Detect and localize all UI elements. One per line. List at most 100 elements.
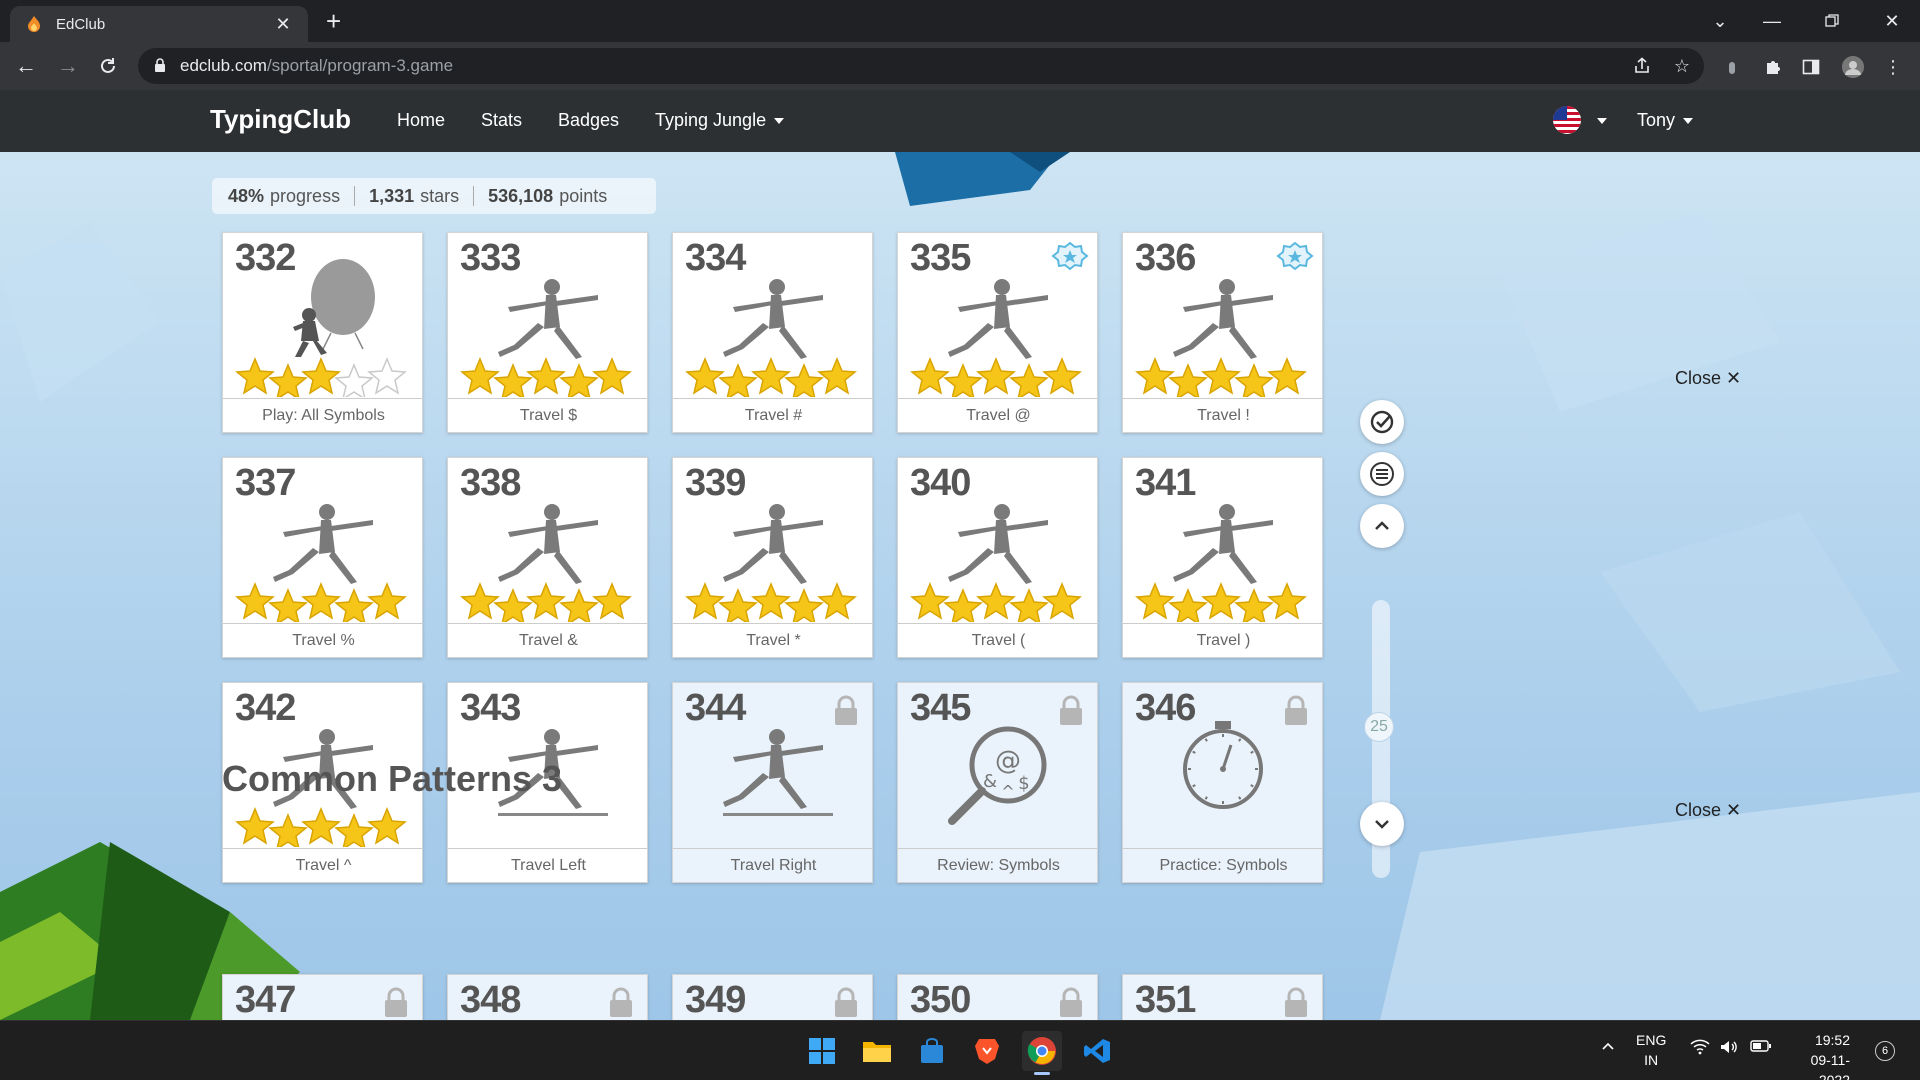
star-filled-icon: [1135, 357, 1175, 395]
forward-icon[interactable]: →: [52, 50, 84, 82]
lesson-card-346[interactable]: 346 Practice: Symbols: [1122, 682, 1323, 883]
scroll-down-icon[interactable]: [1360, 802, 1404, 846]
lesson-card-333[interactable]: 333 Travel $: [447, 232, 648, 433]
star-empty-icon: [334, 363, 374, 397]
lesson-card-334[interactable]: 334 Travel #: [672, 232, 873, 433]
extension-icon[interactable]: [1721, 56, 1743, 78]
back-icon[interactable]: ←: [10, 50, 42, 82]
section-title: Common Patterns 3: [222, 758, 563, 799]
chevron-down-icon: [774, 118, 785, 125]
yoga-illustration-icon: [910, 504, 1082, 622]
star-filled-icon: [559, 363, 599, 397]
lesson-number: 350: [910, 979, 971, 1020]
side-panel-icon[interactable]: [1800, 56, 1822, 78]
nav-home[interactable]: Home: [397, 110, 445, 131]
close-tab-icon[interactable]: ✕: [272, 14, 294, 35]
notification-badge[interactable]: 6: [1875, 1041, 1895, 1061]
puzzle-extensions-icon[interactable]: [1762, 56, 1784, 78]
nav-badges[interactable]: Badges: [558, 110, 619, 131]
language-chevron-icon[interactable]: [1597, 118, 1607, 124]
minimize-button[interactable]: —: [1746, 0, 1798, 42]
lesson-card-335[interactable]: 335 Travel @: [897, 232, 1098, 433]
microsoft-store-icon[interactable]: [912, 1031, 952, 1071]
star-filled-icon: [526, 582, 566, 620]
share-icon[interactable]: [1632, 56, 1652, 76]
battery-icon[interactable]: [1750, 1039, 1772, 1056]
star-filled-icon: [784, 363, 824, 397]
stars-label: stars: [420, 185, 460, 206]
file-explorer-icon[interactable]: [857, 1031, 897, 1071]
star-filled-icon: [1168, 588, 1208, 622]
star-filled-icon: [817, 357, 857, 395]
lesson-card-347[interactable]: 347: [222, 974, 423, 1020]
check-circle-icon[interactable]: [1360, 400, 1404, 444]
url-text: edclub.com/sportal/program-3.game: [180, 56, 454, 75]
volume-icon[interactable]: [1719, 1039, 1739, 1058]
restore-button[interactable]: [1806, 0, 1858, 42]
lesson-card-350[interactable]: 350: [897, 974, 1098, 1020]
lesson-label: Travel ): [1123, 623, 1322, 657]
nav-stats[interactable]: Stats: [481, 110, 522, 131]
windows-start-icon[interactable]: [802, 1031, 842, 1071]
star-filled-icon: [367, 582, 407, 620]
close-icon: ✕: [1726, 368, 1742, 388]
scroll-up-icon[interactable]: [1360, 504, 1404, 548]
lesson-card-338[interactable]: 338 Travel &: [447, 457, 648, 658]
new-tab-button[interactable]: +: [326, 8, 341, 34]
system-clock[interactable]: 19:52 09-11-2022: [1790, 1030, 1850, 1080]
lesson-card-336[interactable]: 336 Travel !: [1122, 232, 1323, 433]
lesson-card-341[interactable]: 341 Travel ): [1122, 457, 1323, 658]
star-filled-icon: [943, 588, 983, 622]
lesson-number: 348: [460, 979, 521, 1020]
profile-avatar[interactable]: [1842, 56, 1864, 78]
lesson-card-348[interactable]: 348: [447, 974, 648, 1020]
star-filled-icon: [817, 582, 857, 620]
address-bar[interactable]: edclub.com/sportal/program-3.game: [138, 48, 1704, 84]
lesson-card-344[interactable]: 344 Travel Right: [672, 682, 873, 883]
star-filled-icon: [976, 357, 1016, 395]
lesson-card-349[interactable]: 349: [672, 974, 873, 1020]
lesson-label: Travel %: [223, 623, 422, 657]
bookmark-star-icon[interactable]: ☆: [1672, 56, 1692, 76]
star-filled-icon: [1042, 582, 1082, 620]
list-menu-icon[interactable]: [1360, 452, 1404, 496]
nav-typing-jungle[interactable]: Typing Jungle: [655, 110, 785, 131]
lesson-card-351[interactable]: 351: [1122, 974, 1323, 1020]
brave-browser-icon[interactable]: [967, 1031, 1007, 1071]
star-filled-icon: [493, 588, 533, 622]
star-filled-icon: [685, 582, 725, 620]
star-filled-icon: [493, 363, 533, 397]
star-filled-icon: [1267, 582, 1307, 620]
reload-icon[interactable]: [92, 50, 124, 82]
star-filled-icon: [301, 357, 341, 395]
lesson-card-337[interactable]: 337 Travel %: [222, 457, 423, 658]
vscode-icon[interactable]: [1077, 1031, 1117, 1071]
language-indicator[interactable]: ENG IN: [1636, 1030, 1666, 1070]
tab-search-icon[interactable]: ⌄: [1694, 0, 1746, 42]
lesson-label: Review: Symbols: [898, 848, 1097, 882]
lesson-card-332[interactable]: 332 Play: All Symbols: [222, 232, 423, 433]
wifi-icon[interactable]: [1690, 1039, 1710, 1058]
svg-text:^: ^: [1001, 782, 1014, 801]
close-window-button[interactable]: ✕: [1866, 0, 1918, 42]
star-filled-icon: [1009, 363, 1049, 397]
chrome-icon[interactable]: [1022, 1031, 1062, 1075]
lesson-card-345[interactable]: 345 @ & $ ^ Review: Symbols: [897, 682, 1098, 883]
close-button-bottom[interactable]: Close ✕: [1675, 800, 1741, 821]
star-filled-icon: [235, 582, 275, 620]
svg-text:$: $: [1018, 773, 1029, 794]
user-menu[interactable]: Tony: [1637, 110, 1694, 131]
lock-icon: [1057, 987, 1085, 1019]
close-button-top[interactable]: Close ✕: [1675, 368, 1741, 389]
show-hidden-icons[interactable]: [1600, 1039, 1616, 1058]
browser-tab[interactable]: EdClub ✕: [10, 6, 308, 42]
lock-icon: [1282, 987, 1310, 1019]
typingclub-logo[interactable]: TypingClub: [210, 104, 351, 135]
divider: [473, 186, 475, 206]
level-slider-knob[interactable]: 25: [1364, 712, 1394, 742]
lesson-card-339[interactable]: 339 Travel *: [672, 457, 873, 658]
magnifier-illustration-icon: @& $^: [948, 726, 1047, 825]
us-flag-icon[interactable]: [1553, 106, 1581, 134]
menu-kebab-icon[interactable]: ⋮: [1882, 56, 1904, 78]
lesson-card-340[interactable]: 340 Travel (: [897, 457, 1098, 658]
